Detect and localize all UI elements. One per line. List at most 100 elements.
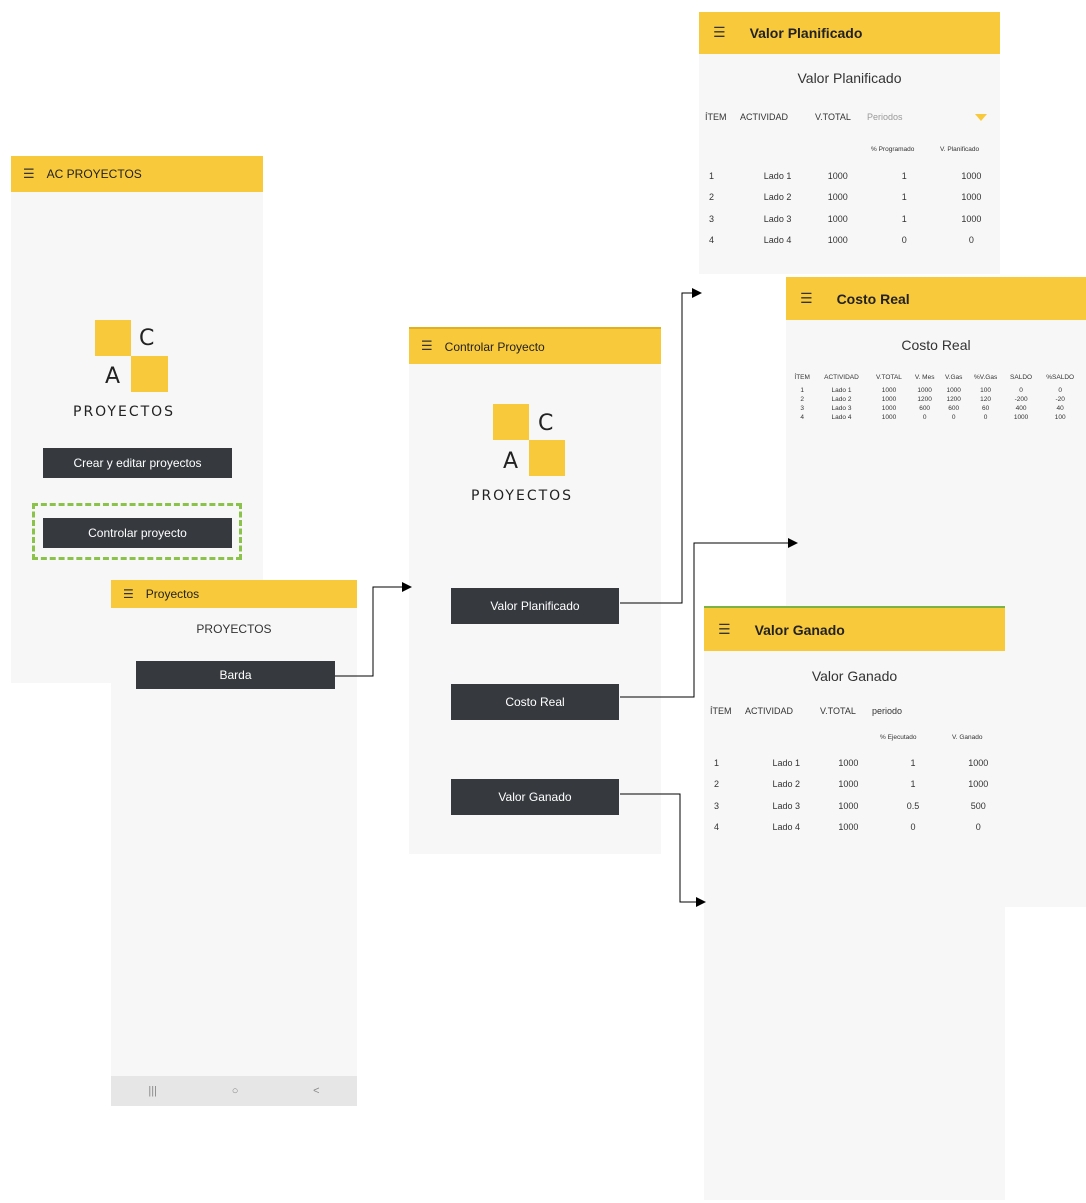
table-cell: 1000 — [961, 192, 982, 203]
dropdown-arrow-icon[interactable] — [975, 114, 987, 121]
earned-table: 1 Lado 1 1000 1 1000 2 Lado 2 1000 1 1000 3 Lado 3 1… — [704, 752, 1005, 838]
table-cell: 0 — [951, 414, 956, 421]
planned-heading: Valor Planificado — [797, 70, 902, 86]
logo-wordmark: PROYECTOS — [471, 488, 574, 504]
table-cell: 0.5 — [906, 800, 920, 811]
table-row: 2 Lado 2 1000 1200 1200 120 -200 -20 — [790, 395, 1082, 404]
col-earned-value: V. Ganado — [952, 734, 983, 741]
table-cell: 3 — [714, 800, 720, 811]
table-cell: Lado 3 — [831, 405, 852, 412]
table-cell: 2 — [709, 192, 715, 203]
table-cell: 1 — [709, 170, 715, 181]
logo-square-bottom — [529, 440, 565, 476]
table-cell: Lado 1 — [763, 170, 792, 181]
table-cell: 1 — [910, 779, 916, 790]
col-activity: ACTIVIDAD — [745, 706, 794, 716]
control-app-bar: ☰ Controlar Proyecto — [409, 327, 661, 364]
table-cell: 0 — [975, 822, 981, 833]
table-row: 1 Lado 1 1000 1 1000 — [704, 752, 1005, 774]
earned-value-screen: ☰ Valor Ganado Valor Ganado ÍTEM ACTIVID… — [704, 606, 1005, 1200]
col-total: V.TOTAL — [815, 112, 851, 122]
table-cell: 1 — [901, 213, 907, 224]
menu-icon[interactable]: ☰ — [800, 291, 813, 307]
actual-app-bar: ☰ Costo Real — [786, 277, 1086, 320]
table-cell: 1000 — [827, 213, 848, 224]
home-title: AC PROYECTOS — [46, 167, 142, 181]
table-row: 2 Lado 2 1000 1 1000 — [699, 187, 1000, 209]
table-cell: 0 — [901, 235, 907, 246]
logo-square-bottom — [131, 356, 168, 392]
menu-icon[interactable]: ☰ — [718, 622, 731, 638]
table-cell: 40 — [1056, 405, 1064, 412]
table-cell: Lado 1 — [831, 387, 852, 394]
table-cell: 4 — [709, 235, 715, 246]
create-edit-projects-button[interactable]: Crear y editar proyectos — [43, 448, 232, 478]
actual-heading: Costo Real — [901, 337, 971, 353]
back-nav-icon[interactable]: < — [313, 1085, 319, 1097]
col-item: ÍTEM — [705, 112, 727, 122]
actual-title: Costo Real — [836, 290, 910, 307]
table-cell: 60 — [981, 405, 990, 412]
table-cell: 2 — [800, 396, 804, 403]
actual-table: ÍTEM ACTIVIDAD V.TOTAL V. Mes V.Gas %V.Gas SAL… — [790, 373, 1082, 422]
table-cell: 4 — [714, 822, 720, 833]
menu-icon[interactable]: ☰ — [713, 25, 726, 41]
actual-cost-button[interactable]: Costo Real — [451, 684, 619, 720]
planned-value-screen: ☰ Valor Planificado Valor Planificado ÍT… — [699, 12, 1000, 274]
table-row: 2 Lado 2 1000 1 1000 — [704, 774, 1005, 796]
table-header-cell: V. Mes — [914, 374, 935, 381]
projects-app-bar: ☰ Proyectos — [111, 580, 357, 608]
table-row: 4 Lado 4 1000 0 0 0 1000 100 — [790, 413, 1082, 422]
col-period: periodo — [872, 706, 903, 716]
table-cell: 0 — [1019, 387, 1023, 394]
table-cell: 1000 — [838, 800, 859, 811]
logo-letter-c: C — [538, 411, 554, 436]
table-cell: Lado 3 — [763, 213, 792, 224]
earned-subheader: % Ejecutado V. Ganado — [704, 734, 1005, 746]
logo-letter-a: A — [503, 449, 519, 474]
table-cell: 1000 — [1013, 414, 1029, 421]
control-project-button[interactable]: Controlar proyecto — [43, 518, 232, 548]
planned-title: Valor Planificado — [749, 25, 863, 41]
menu-icon[interactable]: ☰ — [421, 339, 433, 354]
table-cell: 600 — [948, 405, 960, 412]
table-cell: Lado 3 — [772, 800, 801, 811]
table-cell: 100 — [1054, 414, 1066, 421]
earned-app-bar: ☰ Valor Ganado — [704, 606, 1005, 651]
project-barda-button[interactable]: Barda — [136, 661, 335, 689]
table-row: 4 Lado 4 1000 0 0 — [699, 230, 1000, 252]
col-item: ÍTEM — [710, 706, 732, 716]
table-cell: Lado 4 — [831, 414, 852, 421]
projects-title: Proyectos — [145, 587, 200, 601]
table-cell: 1000 — [881, 414, 897, 421]
home-nav-icon[interactable]: ○ — [232, 1085, 239, 1097]
table-cell: 1200 — [946, 396, 961, 403]
logo-letter-c: C — [139, 326, 155, 351]
table-cell: 100 — [980, 387, 992, 394]
control-title: Controlar Proyecto — [444, 339, 545, 354]
table-header-cell: %SALDO — [1046, 374, 1075, 381]
table-cell: 1000 — [838, 757, 859, 768]
logo-letter-a: A — [105, 364, 121, 389]
table-cell: Lado 4 — [763, 235, 792, 246]
table-cell: 400 — [1015, 405, 1027, 412]
earned-value-button[interactable]: Valor Ganado — [451, 779, 619, 815]
table-cell: 1000 — [881, 387, 897, 394]
table-cell: 120 — [980, 396, 992, 403]
table-cell: 1000 — [961, 170, 982, 181]
table-cell: 4 — [800, 414, 804, 421]
menu-icon[interactable]: ☰ — [23, 167, 35, 182]
menu-icon[interactable]: ☰ — [123, 587, 134, 601]
table-cell: 600 — [919, 405, 931, 412]
table-cell: 3 — [800, 405, 804, 412]
logo-square-top — [493, 404, 529, 440]
table-header-cell: V.TOTAL — [876, 374, 902, 381]
table-cell: 1 — [714, 757, 720, 768]
planned-app-bar: ☰ Valor Planificado — [699, 12, 1000, 54]
table-cell: 0 — [1058, 387, 1062, 394]
planned-table: 1 Lado 1 1000 1 1000 2 Lado 2 1000 1 1000 3 Lado 3 1… — [699, 165, 1000, 251]
recent-apps-icon[interactable]: ||| — [148, 1085, 157, 1097]
planned-value-button[interactable]: Valor Planificado — [451, 588, 619, 624]
period-select[interactable]: Periodos — [867, 112, 903, 122]
projects-heading: PROYECTOS — [196, 622, 272, 636]
